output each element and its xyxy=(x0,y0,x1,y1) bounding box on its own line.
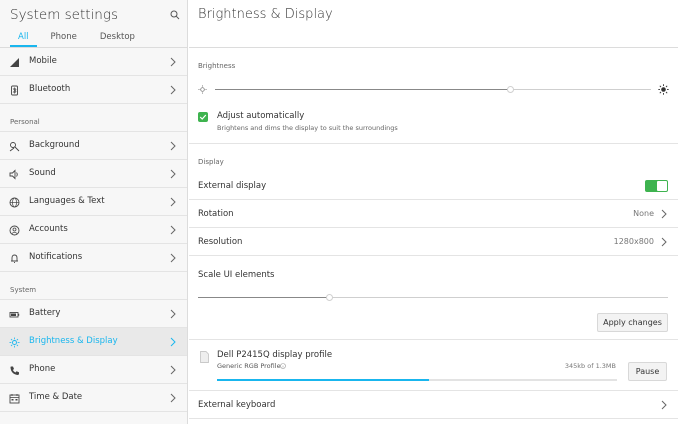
section-label: Personal xyxy=(10,118,40,126)
sidebar-item-bluetooth[interactable]: Bluetooth xyxy=(0,76,187,104)
display-section-label: Display xyxy=(198,158,224,166)
pause-button[interactable]: Pause xyxy=(628,362,667,381)
adjust-automatically-subtitle: Brightens and dims the display to suit t… xyxy=(217,124,398,132)
section-personal: Personal xyxy=(0,104,187,132)
sidebar-item-label: Brightness & Display xyxy=(29,336,118,346)
background-icon xyxy=(9,142,20,152)
main-panel: Brightness & Display Brightness Adjust a… xyxy=(189,0,678,424)
section-label: System xyxy=(10,286,37,294)
rotation-label: Rotation xyxy=(198,209,234,219)
brightness-slider[interactable] xyxy=(215,84,651,96)
tab-all[interactable]: All xyxy=(10,31,37,47)
sidebar-item-label: Time & Date xyxy=(29,392,83,402)
sidebar-item-label: Notifications xyxy=(29,252,83,262)
profile-progress-bar xyxy=(217,379,617,381)
display-profile-row: Dell P2415Q display profile Generic RGB … xyxy=(189,340,678,391)
info-icon[interactable] xyxy=(280,363,286,369)
chevron-right-icon xyxy=(170,309,176,319)
sidebar-item-accounts[interactable]: Accounts xyxy=(0,216,187,244)
search-icon[interactable] xyxy=(170,10,180,20)
globe-icon xyxy=(9,197,20,208)
sun-bright-icon xyxy=(658,84,669,95)
sidebar-item-battery[interactable]: Battery xyxy=(0,300,187,328)
chevron-right-icon xyxy=(661,209,667,219)
adjust-automatically-row[interactable]: Adjust automatically Brightens and dims … xyxy=(189,102,678,144)
profile-progress-text: 345kb of 1.3MB xyxy=(564,362,616,370)
checkmark-icon xyxy=(199,114,207,120)
sidebar-item-label: Phone xyxy=(29,364,56,374)
resolution-value: 1280x800 xyxy=(613,237,654,246)
battery-icon xyxy=(9,312,20,318)
calendar-icon xyxy=(9,394,20,404)
tab-desktop[interactable]: Desktop xyxy=(93,31,142,47)
phone-icon xyxy=(10,366,19,375)
scale-ui-slider-thumb[interactable] xyxy=(326,294,333,301)
external-keyboard-row[interactable]: External keyboard xyxy=(189,391,678,419)
chevron-right-icon xyxy=(661,400,667,410)
chevron-right-icon xyxy=(170,393,176,403)
external-display-row: External display xyxy=(189,172,678,200)
chevron-right-icon xyxy=(170,169,176,179)
adjust-automatically-title: Adjust automatically xyxy=(217,111,305,121)
section-system: System xyxy=(0,272,187,300)
chevron-right-icon xyxy=(170,57,176,67)
sun-icon xyxy=(9,337,20,348)
apply-changes-button[interactable]: Apply changes xyxy=(597,313,668,332)
scale-ui-label: Scale UI elements xyxy=(198,270,275,280)
brightness-label: Brightness xyxy=(198,62,236,70)
profile-title: Dell P2415Q display profile xyxy=(217,350,333,360)
main-header: Brightness & Display xyxy=(189,0,678,48)
speaker-icon xyxy=(9,169,18,180)
bluetooth-icon xyxy=(11,85,18,96)
sidebar-item-time-date[interactable]: Time & Date xyxy=(0,384,187,412)
external-display-label: External display xyxy=(198,181,267,191)
chevron-right-icon xyxy=(170,337,176,347)
chevron-right-icon xyxy=(170,85,176,95)
sidebar-header: System settings All Phone Desktop xyxy=(0,0,187,48)
chevron-right-icon xyxy=(170,365,176,375)
toggle-knob xyxy=(657,181,667,191)
sidebar-item-sound[interactable]: Sound xyxy=(0,160,187,188)
external-keyboard-label: External keyboard xyxy=(198,400,276,410)
sidebar-item-label: Mobile xyxy=(29,56,57,66)
sidebar-item-mobile[interactable]: Mobile xyxy=(0,48,187,76)
brightness-slider-thumb[interactable] xyxy=(507,86,514,93)
chevron-right-icon xyxy=(170,141,176,151)
rotation-row[interactable]: Rotation None xyxy=(189,200,678,228)
file-icon xyxy=(200,351,209,363)
sidebar-item-notifications[interactable]: Notifications xyxy=(0,244,187,272)
adjust-automatically-checkbox[interactable] xyxy=(198,112,208,122)
external-display-toggle[interactable] xyxy=(645,180,668,192)
chevron-right-icon xyxy=(170,197,176,207)
chevron-right-icon xyxy=(170,225,176,235)
resolution-label: Resolution xyxy=(198,237,243,247)
sidebar-tabs: All Phone Desktop xyxy=(10,31,142,47)
scale-ui-row: Scale UI elements Apply changes xyxy=(189,256,678,340)
sidebar-item-background[interactable]: Background xyxy=(0,132,187,160)
sidebar-title: System settings xyxy=(10,7,118,23)
signal-icon xyxy=(10,58,19,67)
sun-dim-icon xyxy=(198,85,207,94)
sidebar-item-label: Languages & Text xyxy=(29,196,105,206)
scale-ui-slider[interactable] xyxy=(198,292,668,304)
profile-subtitle: Generic RGB Profile xyxy=(217,362,281,370)
sidebar-item-label: Accounts xyxy=(29,224,68,234)
chevron-right-icon xyxy=(170,253,176,263)
sidebar-item-phone[interactable]: Phone xyxy=(0,356,187,384)
sidebar-item-label: Battery xyxy=(29,308,61,318)
sidebar-item-label: Background xyxy=(29,140,80,150)
sidebar-item-label: Sound xyxy=(29,168,56,178)
bell-icon xyxy=(11,254,18,263)
accounts-icon xyxy=(9,225,20,236)
rotation-value: None xyxy=(633,209,654,218)
chevron-right-icon xyxy=(661,237,667,247)
sidebar: System settings All Phone Desktop Mobile… xyxy=(0,0,188,424)
sidebar-item-brightness-display[interactable]: Brightness & Display xyxy=(0,328,187,356)
page-title: Brightness & Display xyxy=(198,7,333,22)
resolution-row[interactable]: Resolution 1280x800 xyxy=(189,228,678,256)
sidebar-item-label: Bluetooth xyxy=(29,84,71,94)
tab-phone[interactable]: Phone xyxy=(44,31,84,47)
sidebar-item-languages[interactable]: Languages & Text xyxy=(0,188,187,216)
